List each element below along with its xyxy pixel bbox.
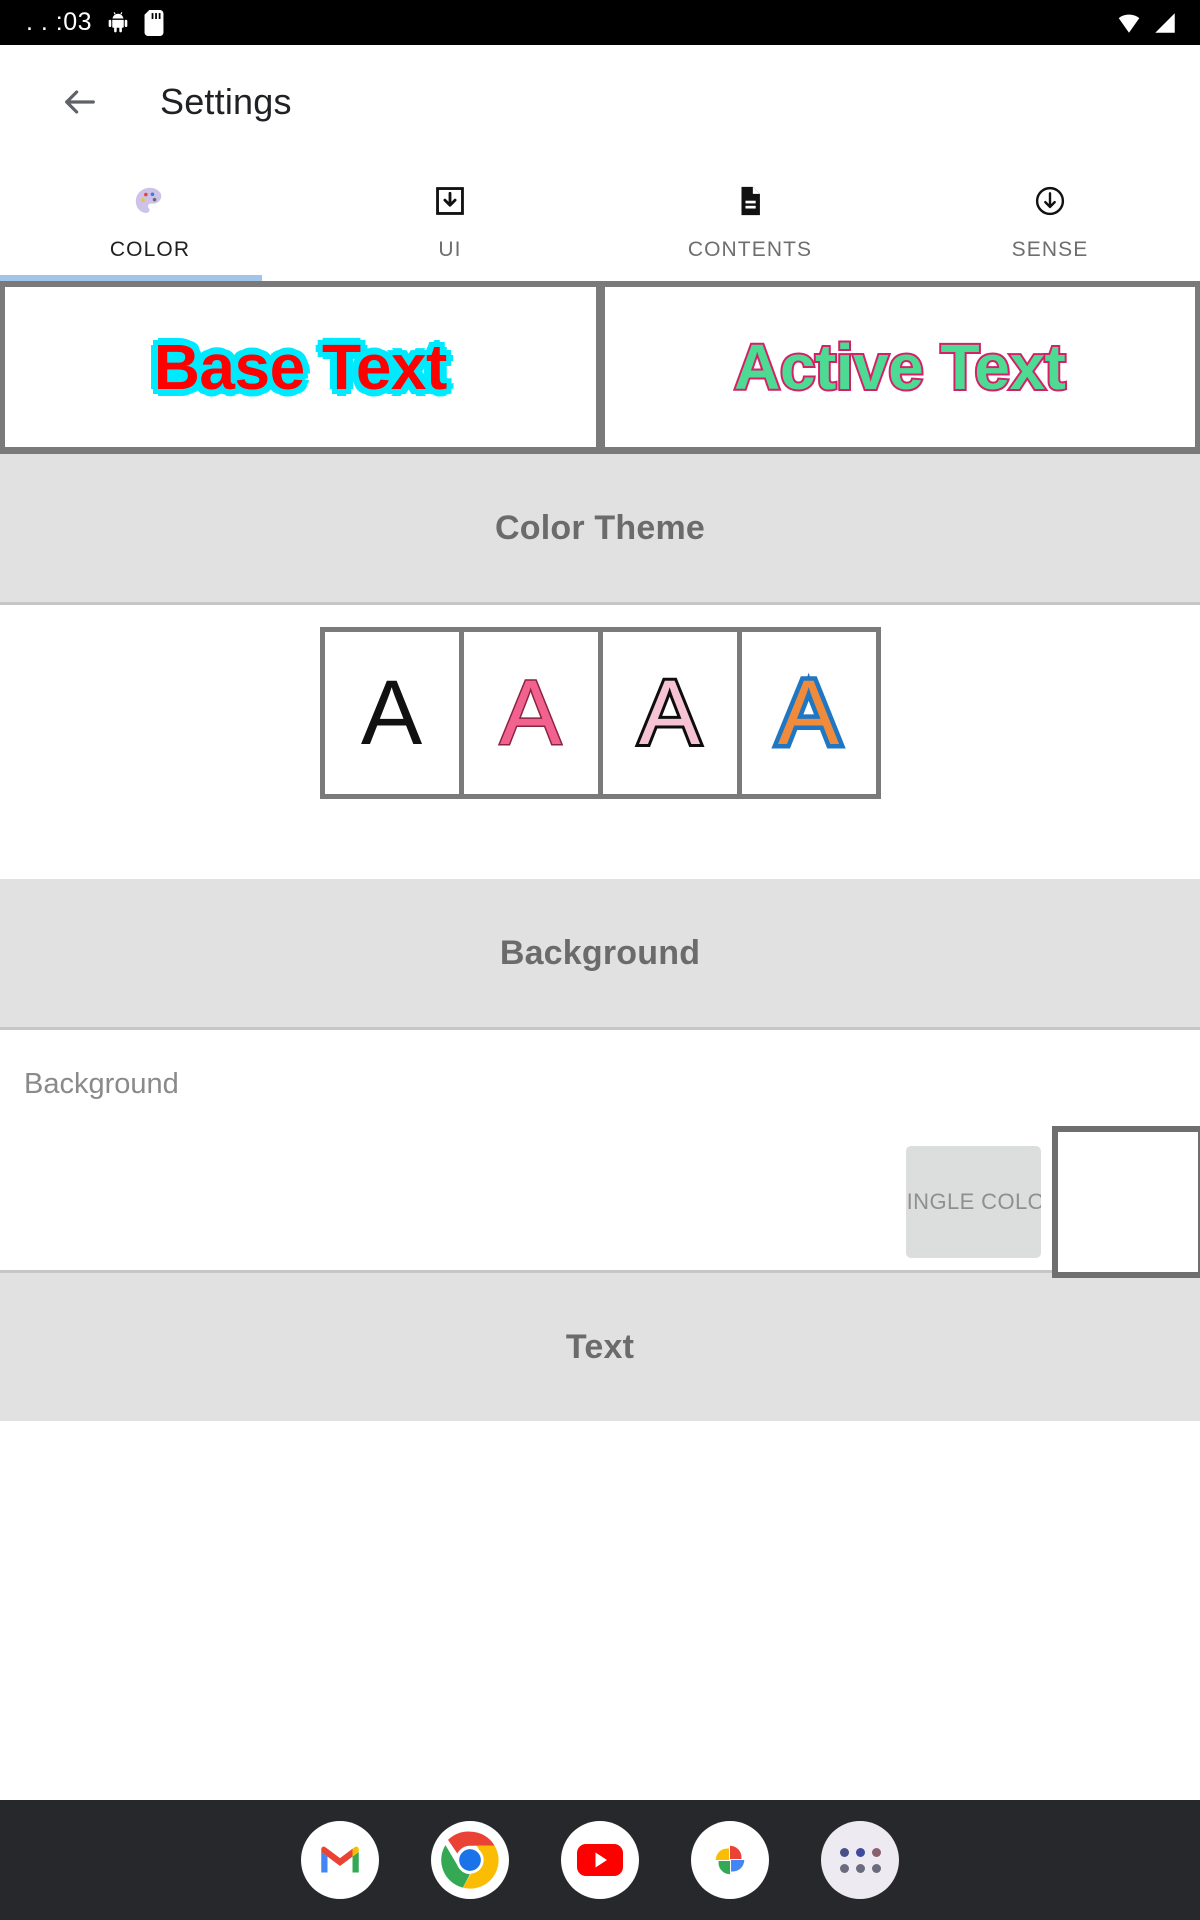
circle-down-arrow-icon	[1033, 178, 1067, 224]
single-color-button[interactable]: SINGLE COLOR	[906, 1146, 1041, 1258]
background-setting-row[interactable]: Background SINGLE COLOR	[0, 1030, 1200, 1278]
drawer-dot	[855, 1847, 865, 1857]
dock-youtube-icon[interactable]	[561, 1821, 639, 1899]
dock-app-drawer-icon[interactable]	[821, 1821, 899, 1899]
android-bug-icon	[108, 11, 128, 32]
tab-label-contents: CONTENTS	[687, 238, 813, 261]
drawer-dot	[871, 1863, 881, 1873]
theme-swatch-2[interactable]: A	[463, 632, 598, 794]
background-row-label: Background	[24, 1068, 179, 1100]
drawer-dot	[839, 1863, 849, 1873]
base-text-preview[interactable]: Base Text	[5, 287, 596, 447]
color-theme-swatch-row: A A A A	[0, 605, 1200, 879]
status-bar-left: . . :03	[26, 8, 164, 37]
palette-icon	[133, 178, 167, 224]
theme-glyph-2: A	[498, 662, 562, 764]
back-button[interactable]	[50, 72, 110, 132]
tab-indicator	[0, 275, 262, 281]
active-text-preview[interactable]: Active Text	[604, 287, 1195, 447]
theme-swatch-3[interactable]: A	[602, 632, 737, 794]
section-title-background: Background	[499, 933, 701, 972]
tab-label-sense: SENSE	[1011, 238, 1089, 261]
dock-chrome-icon[interactable]	[431, 1821, 509, 1899]
status-bar: . . :03	[0, 0, 1200, 45]
tab-ui[interactable]: UI	[300, 158, 600, 281]
section-header-text: Text	[0, 1273, 1200, 1421]
drawer-dot	[855, 1863, 865, 1873]
active-text-sample: Active Text	[732, 329, 1068, 405]
theme-swatch-1[interactable]: A	[324, 632, 459, 794]
tab-label-color: COLOR	[109, 238, 191, 261]
signal-icon	[1155, 12, 1175, 33]
background-color-swatch[interactable]	[1052, 1126, 1200, 1278]
theme-glyph-1: A	[360, 662, 423, 764]
theme-glyph-4: A	[773, 662, 843, 764]
theme-glyph-3: A	[636, 662, 703, 764]
wifi-icon	[1118, 14, 1140, 33]
section-title-text: Text	[565, 1327, 635, 1366]
sd-card-icon	[144, 9, 164, 36]
app-dock	[0, 1800, 1200, 1920]
tab-label-ui: UI	[438, 238, 462, 261]
app-drawer-dot-grid	[839, 1847, 881, 1873]
section-title-color-theme: Color Theme	[494, 508, 705, 547]
preview-strip: Base Text Active Text	[0, 281, 1200, 454]
single-color-button-label: SINGLE COLOR	[906, 1189, 1041, 1214]
color-theme-swatch-group: A A A A	[319, 627, 881, 799]
download-box-icon	[433, 178, 467, 224]
tab-sense[interactable]: SENSE	[900, 158, 1200, 281]
background-controls: SINGLE COLOR	[906, 1126, 1200, 1278]
status-bar-right	[1116, 10, 1178, 36]
dock-gmail-icon[interactable]	[301, 1821, 379, 1899]
document-icon	[733, 178, 767, 224]
tab-bar: COLOR UI CONTENTS SENSE	[0, 158, 1200, 281]
app-bar: Settings	[0, 45, 1200, 158]
back-arrow-icon	[65, 89, 95, 114]
tab-color[interactable]: COLOR	[0, 158, 300, 281]
section-header-background: Background	[0, 879, 1200, 1027]
page-title: Settings	[160, 80, 292, 122]
status-bar-clock: . . :03	[26, 8, 93, 36]
base-text-sample: Base Text	[153, 331, 448, 403]
section-header-color-theme: Color Theme	[0, 454, 1200, 602]
drawer-dot	[871, 1847, 881, 1857]
theme-swatch-4[interactable]: A	[741, 632, 876, 794]
drawer-dot	[839, 1847, 849, 1857]
tab-contents[interactable]: CONTENTS	[600, 158, 900, 281]
dock-google-photos-icon[interactable]	[691, 1821, 769, 1899]
